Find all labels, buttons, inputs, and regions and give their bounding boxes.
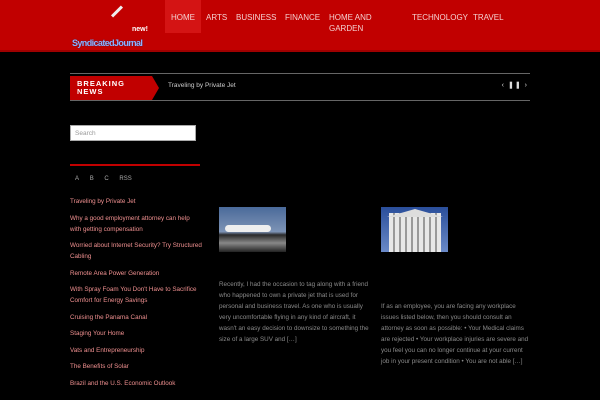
nav-arts[interactable]: ARTS [206,12,227,23]
next-icon[interactable]: › [525,82,528,89]
breaking-news-label: BREAKING NEWS [70,76,159,100]
breaking-news-bar: BREAKING NEWS Traveling by Private Jet ‹… [70,73,530,101]
post-thumbnail-courthouse[interactable] [381,207,448,252]
list-item[interactable]: Staging Your Home [70,328,202,339]
site-logo[interactable]: new! SyndicatedJournal [70,5,148,48]
post-excerpt: If as an employee, you are facing any wo… [381,303,529,365]
logo-text: SyndicatedJournal [72,38,143,48]
prev-icon[interactable]: ‹ [502,82,505,89]
sidebar-tab[interactable]: A [75,176,79,182]
list-item[interactable]: Vats and Entrepreneurship [70,345,202,356]
nav-travel[interactable]: TRAVEL [473,12,504,23]
list-item[interactable]: Why a good employment attorney can help … [70,213,202,235]
list-item[interactable]: With Spray Foam You Don't Have to Sacrif… [70,284,202,306]
jet-shape [225,225,271,232]
list-item[interactable]: Cruising the Panama Canal [70,312,202,323]
sidebar-tab[interactable]: C [104,176,108,182]
list-item[interactable]: Worried about Internet Security? Try Str… [70,240,202,262]
recent-posts-list: Traveling by Private Jet Why a good empl… [70,196,202,394]
nav-home-and-garden[interactable]: HOME AND GARDEN [329,12,379,34]
site-header: new! SyndicatedJournal HOME ARTS BUSINES… [0,0,600,52]
list-item[interactable]: The Benefits of Solar [70,361,202,372]
nav-finance[interactable]: FINANCE [285,12,320,23]
breaking-news-ticker[interactable]: Traveling by Private Jet [168,82,236,89]
list-item[interactable]: Traveling by Private Jet [70,196,202,207]
list-item[interactable]: Brazil and the U.S. Economic Outlook [70,378,202,389]
list-item[interactable]: Remote Area Power Generation [70,268,202,279]
sidebar-tab[interactable]: B [90,176,94,182]
nav-business[interactable]: BUSINESS [236,12,276,23]
roof-shape [387,209,443,217]
building-shape [389,213,441,252]
pen-icon [110,5,124,18]
ticker-controls: ‹ ❚❚ › [502,81,528,89]
sidebar-tab[interactable]: RSS [119,176,131,182]
logo-badge: new! [132,26,148,33]
post-thumbnail-jet[interactable] [219,207,286,252]
nav-home[interactable]: HOME [165,0,201,33]
sidebar-tabs: A B C RSS [75,176,141,182]
divider [70,164,200,166]
nav-technology[interactable]: TECHNOLOGY [412,12,468,23]
search-input[interactable] [70,125,196,141]
pause-icon[interactable]: ❚❚ [508,82,522,89]
post-excerpt: Recently, I had the occasion to tag alon… [219,281,369,343]
